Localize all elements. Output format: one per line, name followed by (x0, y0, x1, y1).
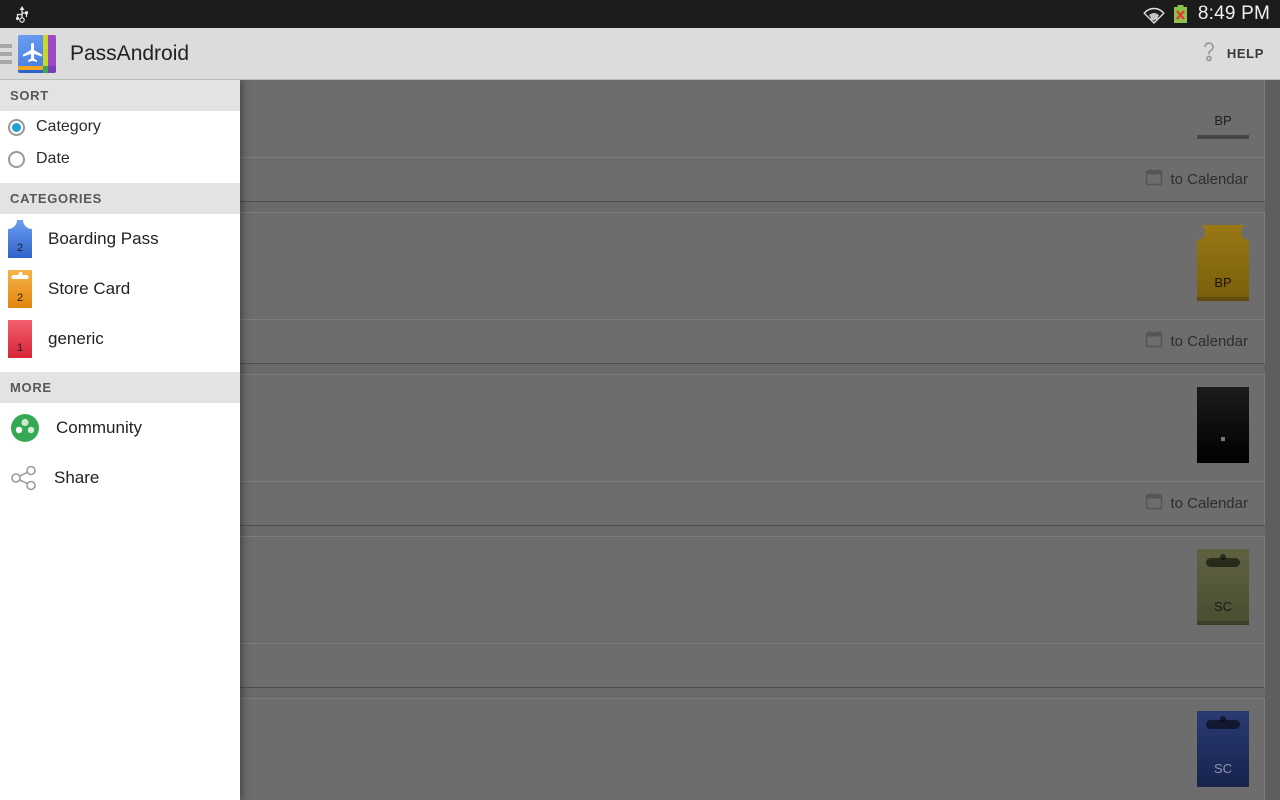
to-calendar-button[interactable]: to Calendar (1170, 495, 1248, 512)
action-bar: PassAndroid HELP (0, 28, 1280, 80)
pass-thumbnail-label: SC (1213, 761, 1233, 776)
store-card-icon: 2 (8, 270, 32, 308)
wifi-icon (1143, 4, 1165, 24)
category-item-store-card[interactable]: 2 Store Card (0, 264, 240, 314)
usb-icon (14, 5, 30, 23)
question-mark-icon[interactable] (1199, 39, 1219, 68)
radio-button-selected[interactable] (8, 118, 25, 136)
drawer-indicator-icon[interactable] (0, 28, 14, 80)
sort-option-category[interactable]: Category (0, 111, 240, 143)
help-button[interactable]: HELP (1227, 46, 1264, 61)
pass-thumbnail-label: BP (1214, 113, 1232, 128)
category-item-generic[interactable]: 1 generic (0, 314, 240, 364)
calendar-icon[interactable] (1145, 330, 1163, 353)
pass-thumbnail-label: SC (1213, 599, 1233, 614)
scrim-right-edge (1265, 80, 1280, 800)
to-calendar-button[interactable]: to Calendar (1170, 171, 1248, 188)
sort-option-date[interactable]: Date (0, 143, 240, 175)
drawer-section-categories: CATEGORIES (0, 183, 240, 214)
pass-thumbnail: SC (1197, 549, 1249, 625)
category-item-boarding-pass[interactable]: 2 Boarding Pass (0, 214, 240, 264)
radio-button[interactable] (8, 150, 25, 168)
generic-pass-icon: 1 (8, 320, 32, 358)
pass-thumbnail: SC (1197, 711, 1249, 787)
category-label: Store Card (48, 279, 131, 298)
status-bar-clock: 8:49 PM (1197, 3, 1270, 24)
drawer-item-label: Share (54, 468, 100, 487)
to-calendar-button[interactable]: to Calendar (1170, 333, 1248, 350)
drawer-item-share[interactable]: Share (0, 453, 240, 503)
pass-thumbnail: BP (1189, 224, 1257, 301)
calendar-icon[interactable] (1145, 492, 1163, 515)
category-count: 2 (16, 292, 24, 304)
passandroid-app-icon (18, 34, 56, 73)
share-icon (10, 464, 38, 492)
drawer-section-more: MORE (0, 372, 240, 403)
community-icon (10, 413, 40, 443)
category-label: generic (48, 329, 104, 348)
pass-thumbnail-label: BP (1214, 275, 1232, 290)
status-bar: 8:49 PM (0, 0, 1280, 28)
sort-option-label: Date (36, 150, 70, 167)
calendar-icon[interactable] (1145, 168, 1163, 191)
pass-thumbnail: BP (1197, 80, 1249, 139)
category-count: 2 (16, 242, 24, 254)
pass-thumbnail (1197, 387, 1249, 463)
app-title: PassAndroid (70, 41, 190, 65)
navigation-drawer: SORT Category Date CATEGORIES 2 Boarding… (0, 80, 240, 800)
category-label: Boarding Pass (48, 229, 159, 248)
battery-error-icon (1173, 4, 1188, 24)
drawer-section-sort: SORT (0, 80, 240, 111)
app-screen: 8:49 PM PassAndroid HELP BP to Calendar … (0, 0, 1280, 800)
category-count: 1 (16, 342, 24, 354)
sort-option-label: Category (36, 118, 101, 135)
drawer-item-community[interactable]: Community (0, 403, 240, 453)
drawer-item-label: Community (56, 418, 142, 437)
boarding-pass-icon: 2 (8, 220, 32, 258)
